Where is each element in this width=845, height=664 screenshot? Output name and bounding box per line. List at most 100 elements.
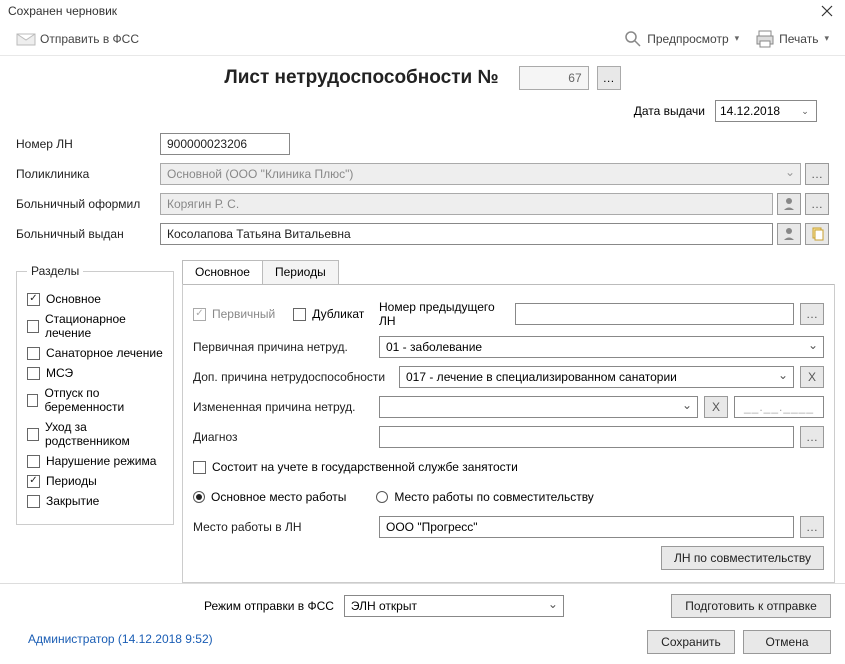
reason-changed-date-input[interactable]: __.__.____ <box>734 396 824 418</box>
checkbox-icon <box>27 293 40 306</box>
reason-changed-select[interactable] <box>379 396 698 418</box>
sections-legend: Разделы <box>27 264 83 278</box>
tab-periods[interactable]: Периоды <box>262 260 339 284</box>
date-value: 14.12.2018 <box>720 104 798 118</box>
doc-number-input[interactable] <box>519 66 589 90</box>
patient-label: Больничный выдан <box>16 227 156 241</box>
section-item[interactable]: Санаторное лечение <box>27 346 163 360</box>
checkbox-icon <box>27 475 40 488</box>
header-row: Лист нетрудоспособности № … <box>0 56 845 96</box>
doctor-label: Больничный оформил <box>16 197 156 211</box>
emp-center-checkbox[interactable]: Состоит на учете в государственной служб… <box>193 460 518 474</box>
cancel-button[interactable]: Отмена <box>743 630 831 654</box>
magnifier-icon <box>623 29 643 49</box>
reason-add-label: Доп. причина нетрудоспособности <box>193 370 393 384</box>
mode-select[interactable]: ЭЛН открыт <box>344 595 564 617</box>
section-item[interactable]: Основное <box>27 292 163 306</box>
radio-icon <box>376 491 388 503</box>
checkbox-icon <box>27 320 39 333</box>
section-item[interactable]: Стационарное лечение <box>27 312 163 340</box>
clinic-select[interactable]: Основной (ООО "Клиника Плюс")⌄ <box>160 163 801 185</box>
ln-side-button[interactable]: ЛН по совместительству <box>661 546 824 570</box>
section-item[interactable]: Периоды <box>27 474 163 488</box>
save-button[interactable]: Сохранить <box>647 630 735 654</box>
work-in-ln-input[interactable]: ООО "Прогресс" <box>379 516 794 538</box>
tab-main[interactable]: Основное <box>182 260 263 284</box>
status-text: Администратор (14.12.2018 9:52) <box>14 628 227 656</box>
diag-label: Диагноз <box>193 430 373 444</box>
checkbox-icon <box>293 308 306 321</box>
doctor-browse-button[interactable]: … <box>805 193 829 215</box>
work-in-ln-label: Место работы в ЛН <box>193 520 373 534</box>
toolbar: Отправить в ФСС Предпросмотр ▾ Печать ▾ <box>0 22 845 56</box>
radio-icon <box>193 491 205 503</box>
mode-label: Режим отправки в ФСС <box>204 599 334 613</box>
diag-browse-button[interactable]: … <box>800 426 824 448</box>
checkbox-icon <box>193 308 206 321</box>
send-fss-button[interactable]: Отправить в ФСС <box>8 25 147 53</box>
print-label: Печать <box>779 32 818 46</box>
person-icon <box>782 227 796 241</box>
chevron-down-icon: ▾ <box>824 33 829 44</box>
date-label: Дата выдачи <box>634 104 705 118</box>
reason-add-clear-button[interactable]: X <box>800 366 824 388</box>
content: Разделы Основное Стационарное лечение Са… <box>0 256 845 583</box>
section-item[interactable]: Отпуск по беременности <box>27 386 163 414</box>
section-item[interactable]: Уход за родственником <box>27 420 163 448</box>
clinic-label: Поликлиника <box>16 167 156 181</box>
section-item[interactable]: МСЭ <box>27 366 163 380</box>
person-icon <box>782 197 796 211</box>
ln-number-input[interactable]: 900000023206 <box>160 133 290 155</box>
printer-icon <box>755 29 775 49</box>
chevron-down-icon: ⌄ <box>798 106 812 117</box>
close-button[interactable] <box>817 2 837 20</box>
chevron-down-icon: ▾ <box>735 33 740 44</box>
title-bar: Сохранен черновик <box>0 0 845 22</box>
preview-label: Предпросмотр <box>647 32 728 46</box>
bottom-bar: Режим отправки в ФСС ЭЛН открыт Подготов… <box>0 583 845 628</box>
checkbox-icon <box>27 347 40 360</box>
sections-column: Разделы Основное Стационарное лечение Са… <box>16 256 174 583</box>
envelope-icon <box>16 29 36 49</box>
work-side-radio[interactable]: Место работы по совместительству <box>376 490 593 504</box>
print-button[interactable]: Печать ▾ <box>747 25 837 53</box>
top-fields: Номер ЛН 900000023206 Поликлиника Основн… <box>0 132 845 256</box>
work-in-ln-browse-button[interactable]: … <box>800 516 824 538</box>
duplicate-checkbox[interactable]: Дубликат <box>293 307 364 321</box>
section-item[interactable]: Нарушение режима <box>27 454 163 468</box>
date-input[interactable]: 14.12.2018 ⌄ <box>715 100 817 122</box>
copy-icon <box>810 227 824 241</box>
checkbox-icon <box>193 461 206 474</box>
reason1-label: Первичная причина нетруд. <box>193 340 373 354</box>
doctor-person-button[interactable] <box>777 193 801 215</box>
sections-fieldset: Разделы Основное Стационарное лечение Са… <box>16 264 174 525</box>
reason-changed-clear-button[interactable]: X <box>704 396 728 418</box>
main-pane: Первичный Дубликат Номер предыдущего ЛН … <box>182 284 835 583</box>
patient-input[interactable]: Косолапова Татьяна Витальевна <box>160 223 773 245</box>
checkbox-icon <box>27 428 39 441</box>
doctor-input[interactable]: Корягин Р. С. <box>160 193 773 215</box>
send-fss-label: Отправить в ФСС <box>40 32 139 46</box>
patient-copy-button[interactable] <box>805 223 829 245</box>
checkbox-icon <box>27 394 38 407</box>
reason1-select[interactable]: 01 - заболевание <box>379 336 824 358</box>
section-item[interactable]: Закрытие <box>27 494 163 508</box>
primary-checkbox[interactable]: Первичный <box>193 307 275 321</box>
prev-ln-browse-button[interactable]: … <box>800 303 824 325</box>
ln-number-label: Номер ЛН <box>16 137 156 151</box>
window-title: Сохранен черновик <box>8 4 117 18</box>
tab-bar: Основное Периоды <box>182 260 835 285</box>
page-title: Лист нетрудоспособности № <box>224 67 498 89</box>
doc-number-browse-button[interactable]: … <box>597 66 621 90</box>
diag-input[interactable] <box>379 426 794 448</box>
checkbox-icon <box>27 455 40 468</box>
preview-button[interactable]: Предпросмотр ▾ <box>615 25 747 53</box>
clinic-browse-button[interactable]: … <box>805 163 829 185</box>
main-column: Основное Периоды Первичный Дубликат Номе… <box>182 256 835 583</box>
prev-ln-input[interactable] <box>515 303 794 325</box>
patient-person-button[interactable] <box>777 223 801 245</box>
prepare-button[interactable]: Подготовить к отправке <box>671 594 831 618</box>
checkbox-icon <box>27 367 40 380</box>
work-main-radio[interactable]: Основное место работы <box>193 490 346 504</box>
reason-add-select[interactable]: 017 - лечение в специализированном санат… <box>399 366 794 388</box>
